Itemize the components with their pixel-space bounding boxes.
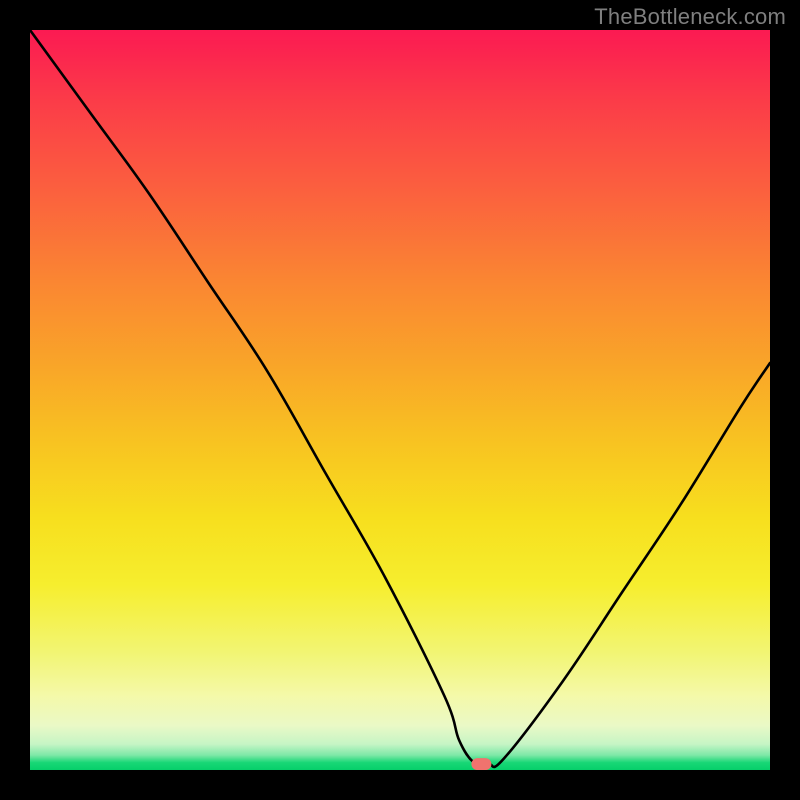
- plot-area: [30, 30, 770, 770]
- attribution-label: TheBottleneck.com: [594, 4, 786, 30]
- curve-overlay: [30, 30, 770, 770]
- chart-container: TheBottleneck.com: [0, 0, 800, 800]
- optimum-marker: [471, 758, 491, 770]
- bottleneck-curve: [30, 30, 770, 767]
